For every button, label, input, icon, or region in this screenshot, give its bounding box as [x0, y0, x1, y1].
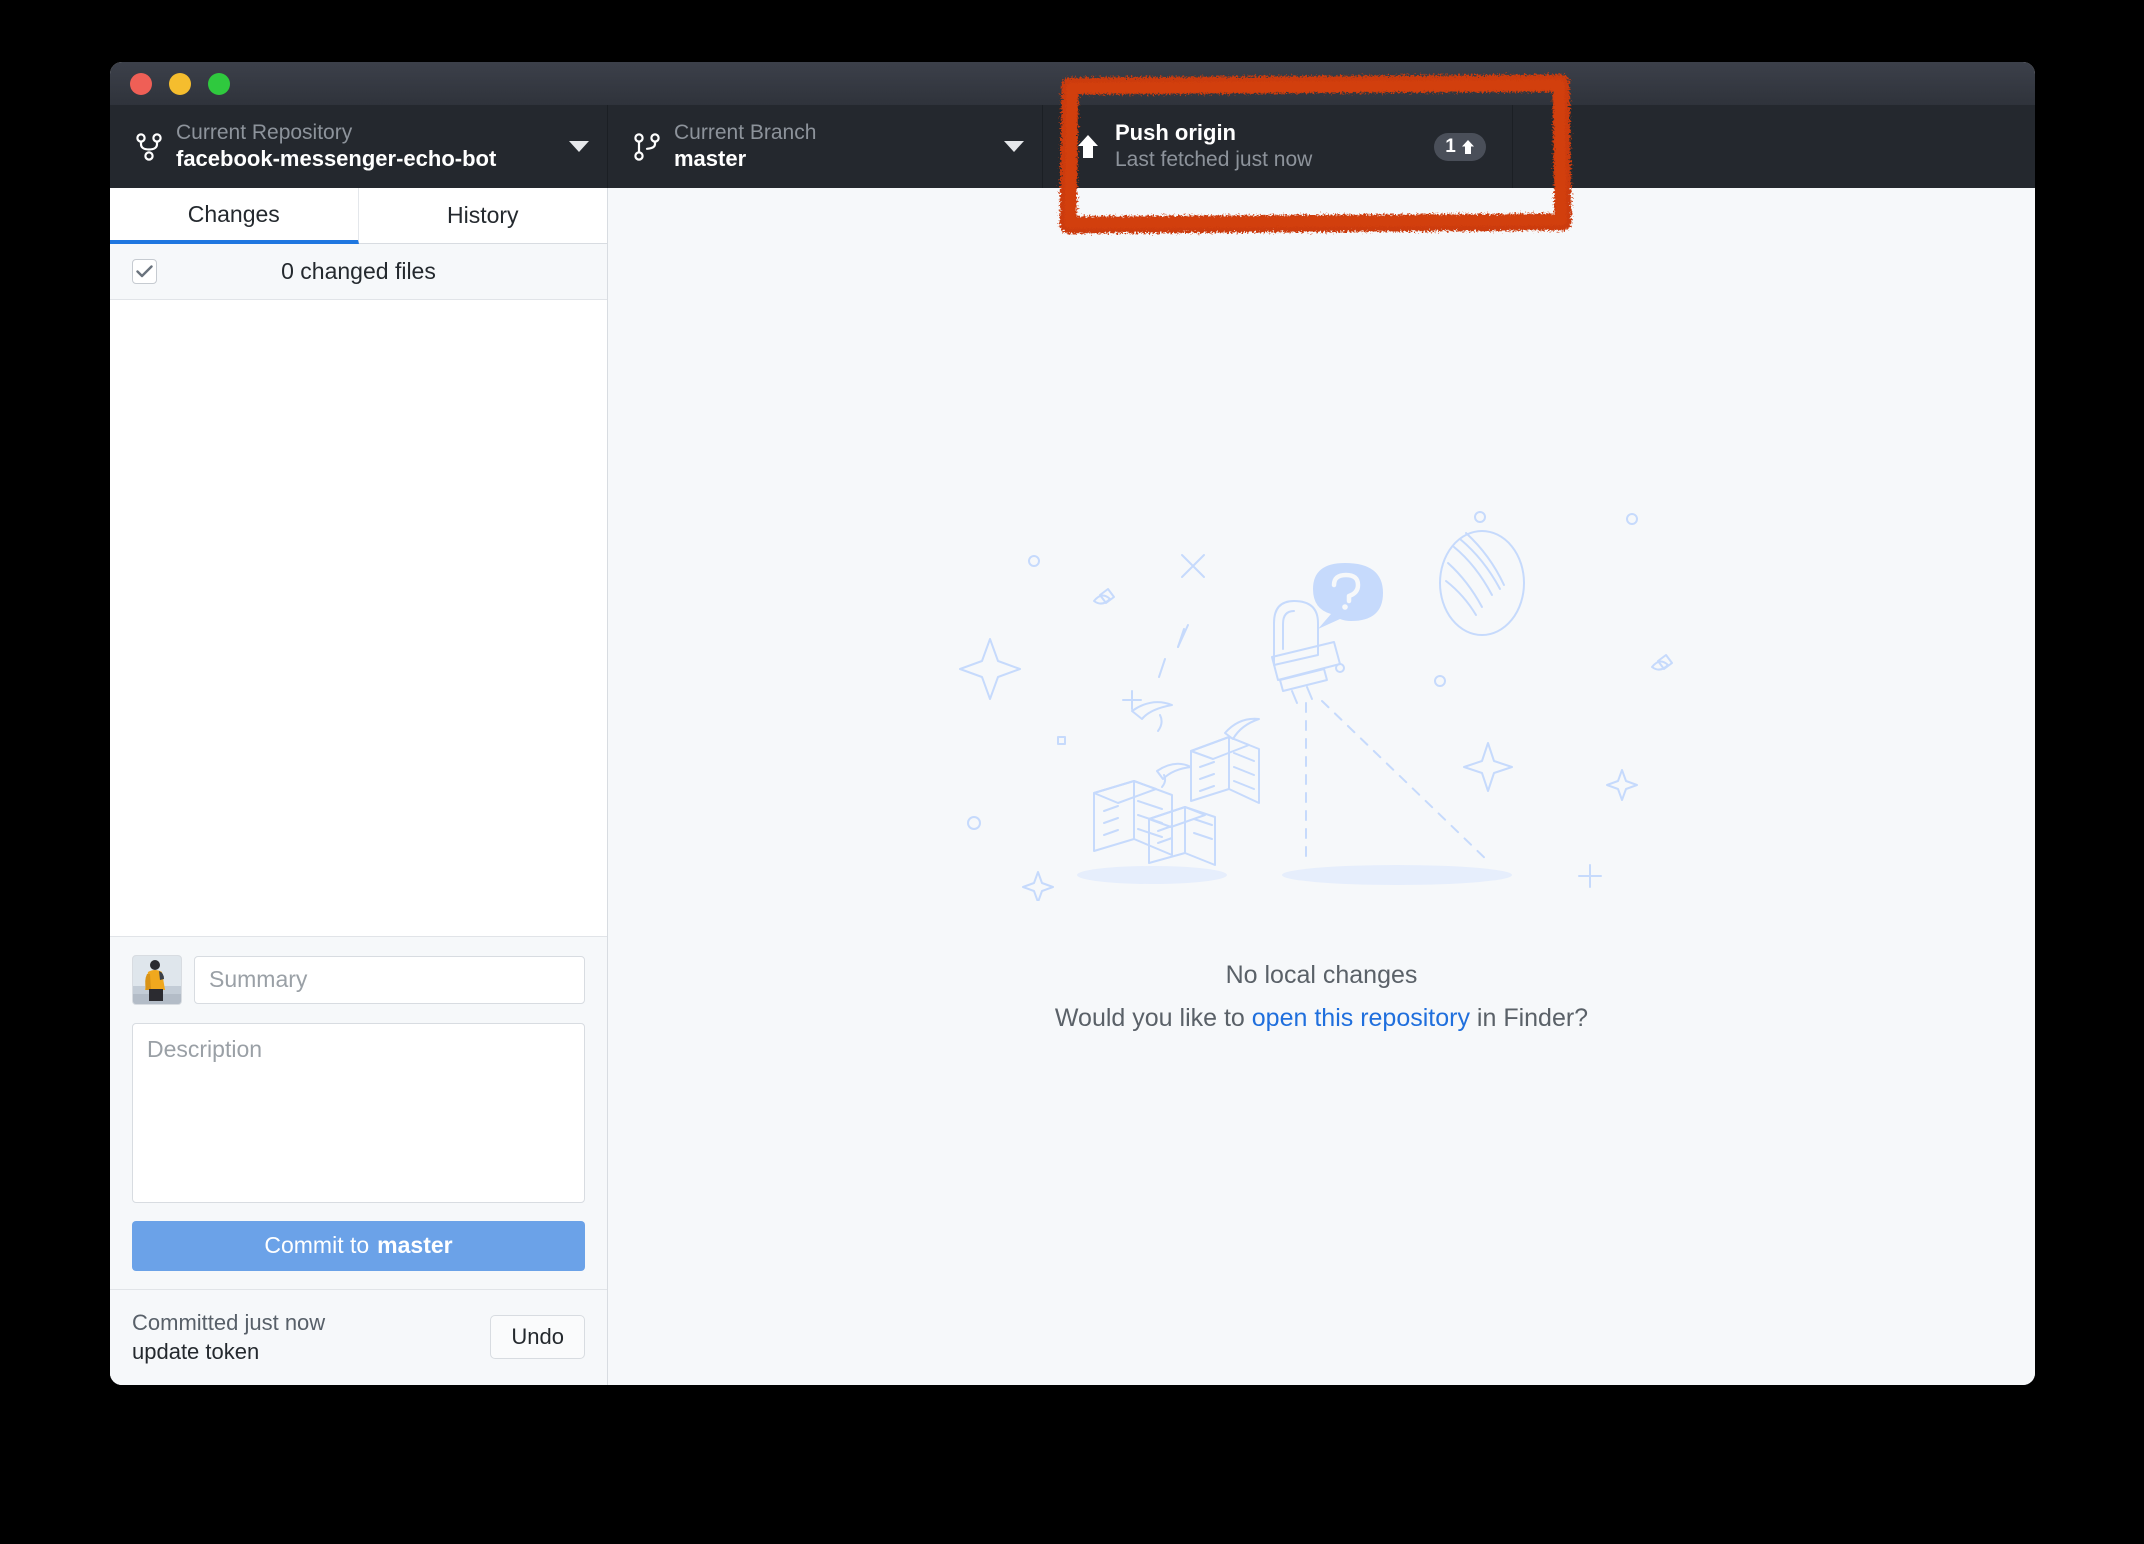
sidebar-tabs: Changes History — [110, 188, 607, 244]
telescope-illustration — [958, 510, 1673, 901]
undo-commit-subtitle: update token — [132, 1339, 260, 1365]
commit-description-input[interactable] — [132, 1022, 585, 1203]
select-all-checkbox[interactable] — [132, 259, 157, 284]
current-branch-text: Current Branch master — [674, 120, 992, 172]
arrow-up-icon — [1071, 132, 1105, 162]
commit-button-prefix: Commit to — [264, 1232, 370, 1259]
changed-files-list[interactable] — [110, 300, 607, 936]
current-branch-value: master — [674, 145, 747, 171]
chevron-down-icon — [569, 141, 589, 152]
push-origin-text: Push origin Last fetched just now — [1115, 120, 1422, 172]
current-repository-label: Current Repository — [176, 121, 353, 145]
main-panel: No local changes Would you like to open … — [608, 188, 2035, 1385]
empty-state-subtitle: Would you like to open this repository i… — [1055, 1004, 1588, 1033]
commit-button-branch: master — [377, 1232, 453, 1259]
chevron-down-icon — [1004, 141, 1024, 152]
push-origin-button[interactable]: Push origin Last fetched just now 1 — [1043, 105, 1513, 188]
current-branch-label: Current Branch — [674, 121, 817, 145]
commit-button[interactable]: Commit to master — [132, 1220, 585, 1271]
undo-commit-title: Committed just now — [132, 1309, 326, 1335]
empty-state-title: No local changes — [1225, 960, 1418, 989]
push-count-badge: 1 — [1434, 132, 1486, 161]
title-bar — [110, 62, 2035, 105]
tab-changes[interactable]: Changes — [110, 188, 359, 244]
push-origin-title: Push origin — [1115, 120, 1236, 146]
git-branch-icon — [132, 132, 166, 162]
commit-summary-row — [132, 954, 585, 1005]
undo-commit-bar: Committed just now update token Undo — [110, 1288, 607, 1385]
maximize-window-button[interactable] — [208, 72, 230, 95]
check-icon — [136, 265, 153, 278]
git-branch-icon — [630, 132, 664, 162]
empty-subtitle-before: Would you like to — [1054, 1003, 1252, 1032]
sidebar: Changes History 0 changed files Summary … — [110, 188, 608, 1385]
current-repository-dropdown[interactable]: Current Repository facebook-messenger-ec… — [110, 105, 608, 188]
tab-history[interactable]: History — [358, 188, 607, 244]
minimize-window-button[interactable] — [169, 72, 191, 95]
tab-history-label: History — [446, 202, 519, 228]
avatar-photo — [133, 955, 181, 1004]
app-body: Changes History 0 changed files Summary … — [110, 188, 2035, 1385]
avatar — [132, 954, 182, 1005]
current-branch-dropdown[interactable]: Current Branch master — [608, 105, 1043, 188]
arrow-up-icon — [1461, 139, 1474, 154]
changed-files-count: 0 changed files — [281, 258, 436, 284]
undo-button[interactable]: Undo — [490, 1315, 585, 1360]
changed-files-header: 0 changed files — [110, 244, 607, 300]
push-count-value: 1 — [1445, 135, 1456, 157]
tab-changes-label: Changes — [187, 200, 280, 227]
undo-commit-text: Committed just now update token — [132, 1308, 476, 1367]
current-repository-text: Current Repository facebook-messenger-ec… — [176, 120, 557, 172]
traffic-lights — [130, 72, 230, 95]
push-origin-subtitle: Last fetched just now — [1115, 148, 1313, 172]
open-this-repository-link[interactable]: open this repository — [1252, 1004, 1470, 1032]
commit-form: Commit to master — [110, 935, 607, 1289]
close-window-button[interactable] — [130, 72, 152, 95]
empty-subtitle-after: in Finder? — [1469, 1003, 1589, 1032]
commit-summary-input[interactable] — [194, 955, 585, 1004]
toolbar: Current Repository facebook-messenger-ec… — [110, 105, 2035, 188]
github-desktop-window: Current Repository facebook-messenger-ec… — [110, 62, 2035, 1385]
current-repository-value: facebook-messenger-echo-bot — [176, 145, 497, 171]
